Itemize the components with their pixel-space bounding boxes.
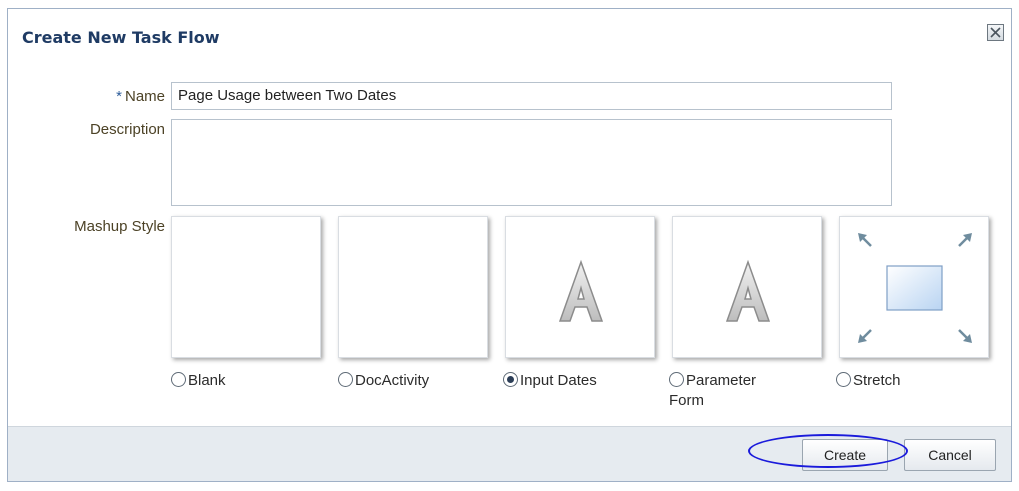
blank-preview-tile[interactable] [171, 216, 321, 358]
radio-option-docactivity[interactable]: DocActivity [338, 371, 429, 391]
radio-option-parameter-form[interactable]: Parameter Form [669, 371, 809, 411]
radio-label: Parameter [686, 372, 757, 389]
stretch-arrows-icon [858, 233, 972, 343]
input-dates-preview-tile[interactable] [505, 216, 655, 358]
radio-button[interactable] [171, 372, 186, 387]
radio-label: Blank [188, 372, 226, 389]
radio-label: DocActivity [355, 372, 430, 389]
mashup-style-label: Mashup Style [74, 218, 165, 235]
radio-option-blank[interactable]: Blank [171, 371, 226, 391]
required-marker: * [116, 88, 122, 105]
letter-a-icon [725, 259, 771, 322]
radio-label: Input Dates [520, 372, 597, 389]
name-label-text: Name [124, 88, 165, 105]
docactivity-preview-tile[interactable] [338, 216, 488, 358]
letter-a-icon [558, 259, 604, 322]
radio-button-selected[interactable] [503, 372, 518, 387]
dialog-title: Create New Task Flow [22, 28, 220, 47]
radio-option-input-dates[interactable]: Input Dates [503, 371, 597, 391]
create-task-flow-dialog: Create New Task Flow * Name Page Usage be… [7, 8, 1012, 482]
radio-button[interactable] [836, 372, 851, 387]
create-button[interactable]: Create [802, 439, 888, 471]
parameter-form-preview-tile[interactable] [672, 216, 822, 358]
name-label: * Name [48, 88, 165, 105]
description-label: Description [89, 121, 165, 138]
name-input[interactable]: Page Usage between Two Dates [171, 82, 892, 110]
radio-label: Stretch [853, 372, 901, 389]
stretch-preview-tile[interactable] [839, 216, 989, 358]
radio-option-stretch[interactable]: Stretch [836, 371, 901, 391]
description-textarea[interactable] [171, 119, 892, 206]
radio-button[interactable] [669, 372, 684, 387]
close-icon[interactable] [987, 24, 1004, 41]
radio-button[interactable] [338, 372, 353, 387]
dialog-footer: Create Cancel [8, 426, 1011, 481]
radio-label-line2: Form [669, 392, 704, 409]
cancel-button[interactable]: Cancel [904, 439, 996, 471]
dialog-titlebar: Create New Task Flow [8, 9, 1011, 65]
